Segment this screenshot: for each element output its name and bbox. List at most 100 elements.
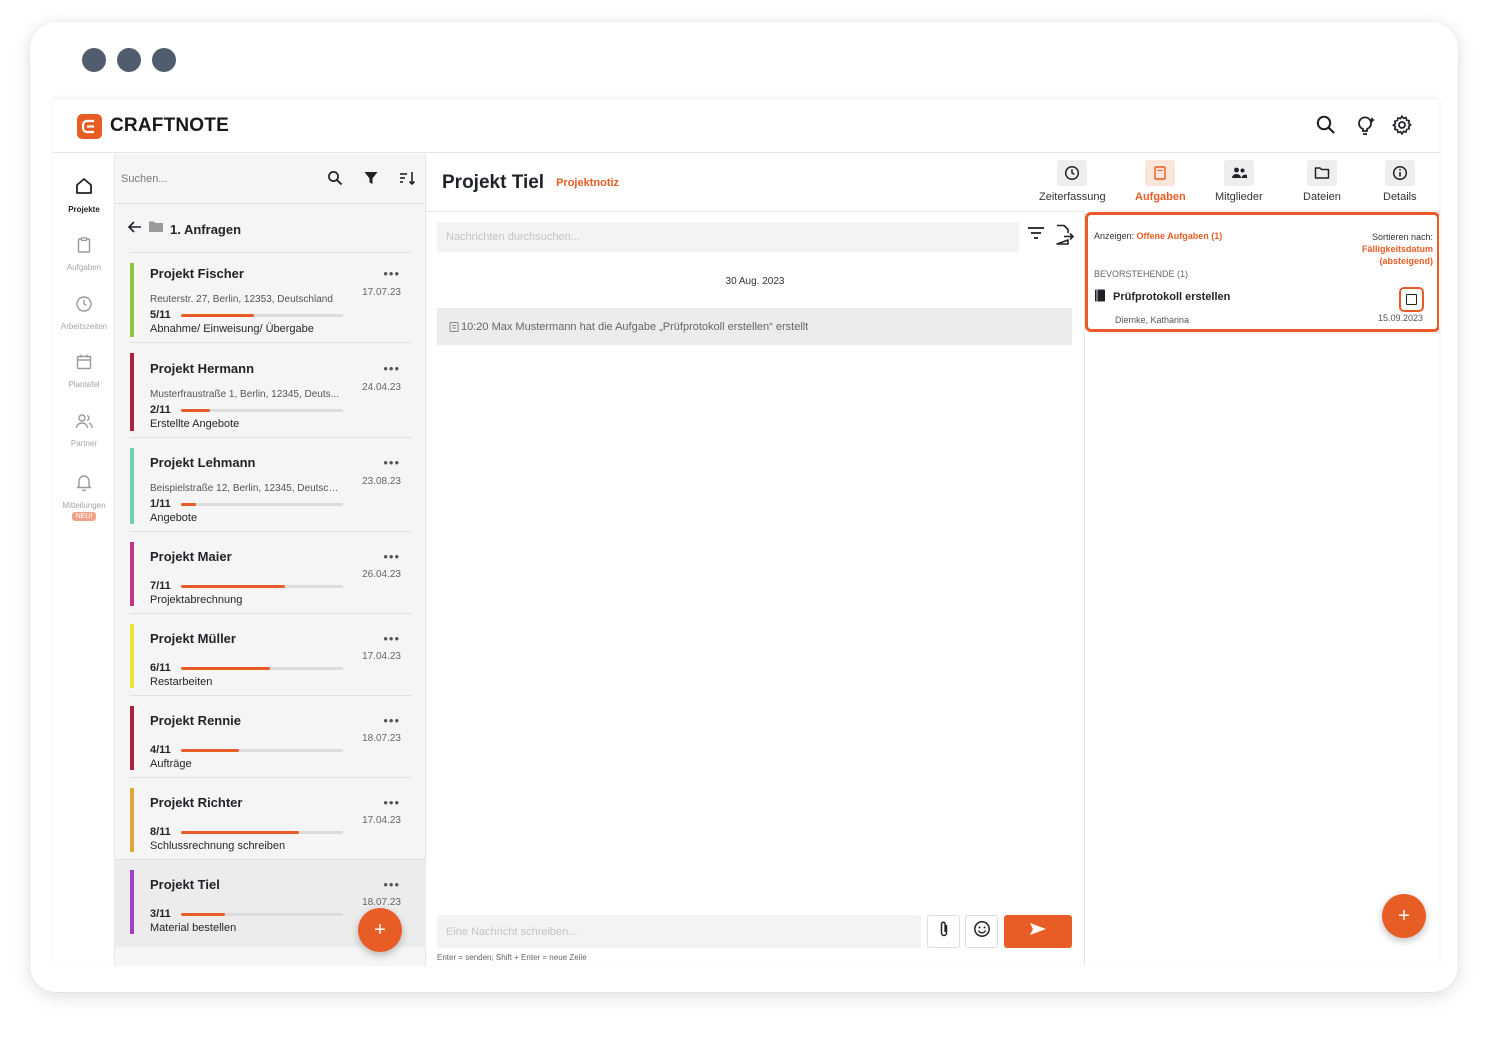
task-due-date: 15.09.2023 (1377, 313, 1423, 323)
info-icon (1384, 160, 1415, 186)
more-icon[interactable]: ••• (383, 361, 400, 376)
nav-label: Mitteilungen (62, 501, 106, 510)
nav-label: Arbeitszeiten (60, 322, 108, 331)
progress-bar (181, 831, 343, 834)
project-count: 5/11 (150, 309, 171, 321)
nav-item-mitteilungen[interactable]: Mitteilungen NEU! (53, 472, 115, 521)
smiley-icon (973, 920, 991, 943)
filter-icon[interactable] (363, 170, 381, 188)
project-subtitle[interactable]: Projektnotiz (556, 177, 619, 189)
more-icon[interactable]: ••• (383, 266, 400, 281)
tab-aufgaben[interactable]: Aufgaben (1135, 160, 1186, 203)
project-item[interactable]: Projekt Hermann ••• Musterfraustraße 1, … (130, 342, 412, 437)
send-button[interactable] (1004, 915, 1072, 948)
window-dot[interactable] (117, 48, 141, 72)
window-dot[interactable] (82, 48, 106, 72)
more-icon[interactable]: ••• (383, 877, 400, 892)
top-bar: CRAFTNOTE (53, 100, 1439, 153)
project-item[interactable]: Projekt Müller ••• 17.04.23 6/11 Restarb… (130, 613, 412, 695)
emoji-button[interactable] (965, 915, 998, 948)
project-color-bar (130, 263, 134, 337)
project-item[interactable]: Projekt Richter ••• 17.04.23 8/11 Schlus… (130, 777, 412, 859)
project-item[interactable]: Projekt Lehmann ••• Beispielstraße 12, B… (130, 437, 412, 531)
project-item[interactable]: Projekt Maier ••• 26.04.23 7/11 Projekta… (130, 531, 412, 613)
nav-label: Partner (70, 439, 98, 448)
project-phase: Aufträge (150, 758, 192, 770)
project-color-bar (130, 624, 134, 688)
nav-item-plantafel[interactable]: Plantafel (53, 353, 115, 389)
back-arrow-icon[interactable] (127, 220, 142, 239)
project-phase: Projektabrechnung (150, 594, 243, 606)
progress-bar (181, 667, 343, 670)
project-name: Projekt Müller (150, 631, 236, 646)
project-phase: Erstellte Angebote (150, 418, 240, 430)
more-icon[interactable]: ••• (383, 549, 400, 564)
nav-item-partner[interactable]: Partner (53, 412, 115, 448)
members-icon (1223, 160, 1254, 186)
message-input[interactable]: Eine Nachricht schreiben... (437, 915, 921, 948)
folder-breadcrumb[interactable]: 1. Anfragen (115, 204, 425, 254)
project-color-bar (130, 788, 134, 852)
app-name: CRAFTNOTE (110, 115, 229, 136)
search-icon[interactable] (327, 170, 345, 188)
tasks-filter[interactable]: Anzeigen: Offene Aufgaben (1) (1094, 231, 1222, 241)
filter-value[interactable]: Offene Aufgaben (1) (1137, 231, 1223, 241)
more-icon[interactable]: ••• (383, 795, 400, 810)
progress-bar (181, 503, 343, 506)
tasks-sort[interactable]: Sortieren nach: Fälligkeitsdatum (abstei… (1362, 231, 1433, 267)
tab-label: Zeiterfassung (1039, 191, 1106, 203)
project-search-input[interactable]: Suchen... (121, 173, 309, 185)
send-icon (1029, 922, 1047, 941)
project-address: Musterfraustraße 1, Berlin, 12345, Deuts… (150, 389, 339, 400)
new-badge: NEU! (71, 512, 97, 521)
system-message: 10:20 Max Mustermann hat die Aufgabe „Pr… (437, 308, 1072, 345)
tab-label: Details (1383, 191, 1417, 203)
section-header: BEVORSTEHENDE (1) (1094, 269, 1189, 279)
export-file-icon[interactable] (1054, 224, 1075, 251)
tab-mitglieder[interactable]: Mitglieder (1215, 160, 1263, 203)
tab-dateien[interactable]: Dateien (1303, 160, 1341, 203)
filter-lines-icon[interactable] (1026, 224, 1046, 251)
attach-button[interactable] (927, 915, 960, 948)
nav-item-arbeitszeiten[interactable]: Arbeitszeiten (53, 295, 115, 331)
project-color-bar (130, 870, 134, 934)
tab-details[interactable]: Details (1383, 160, 1417, 203)
add-project-button[interactable]: + (358, 908, 402, 952)
more-icon[interactable]: ••• (383, 455, 400, 470)
more-icon[interactable]: ••• (383, 631, 400, 646)
system-message-text: 10:20 Max Mustermann hat die Aufgabe „Pr… (461, 320, 809, 333)
project-count: 2/11 (150, 404, 171, 416)
add-task-button[interactable]: + (1382, 894, 1426, 938)
users-icon (74, 412, 94, 435)
project-item[interactable]: Projekt Fischer ••• Reuterstr. 27, Berli… (130, 252, 412, 342)
logo[interactable]: CRAFTNOTE (77, 113, 229, 139)
folder-icon (148, 220, 164, 238)
project-name: Projekt Tiel (150, 877, 220, 892)
message-search-input[interactable]: Nachrichten durchsuchen... (437, 222, 1019, 252)
nav-item-projekte[interactable]: Projekte (53, 176, 115, 214)
more-icon[interactable]: ••• (383, 713, 400, 728)
task-checkbox[interactable] (1399, 287, 1424, 312)
progress-bar (181, 749, 343, 752)
compose-hint: Enter = senden; Shift + Enter = neue Zei… (437, 953, 587, 962)
sort-value[interactable]: Fälligkeitsdatum (1362, 243, 1433, 255)
lightbulb-icon[interactable] (1353, 114, 1377, 138)
progress-bar (181, 585, 343, 588)
project-color-bar (130, 706, 134, 770)
project-count: 3/11 (150, 908, 171, 920)
sort-direction[interactable]: (absteigend) (1362, 255, 1433, 267)
project-phase: Restarbeiten (150, 676, 213, 688)
clock-icon (1057, 160, 1088, 186)
tab-label: Aufgaben (1135, 191, 1186, 203)
task-item[interactable]: Prüfprotokoll erstellen (1094, 289, 1230, 305)
window-dot[interactable] (152, 48, 176, 72)
nav-item-aufgaben[interactable]: Aufgaben (53, 236, 115, 272)
search-icon[interactable] (1315, 114, 1339, 138)
gear-icon[interactable] (1391, 114, 1415, 138)
project-count: 6/11 (150, 662, 171, 674)
sort-label: Sortieren nach: (1371, 232, 1433, 242)
project-phase: Abnahme/ Einweisung/ Übergabe (150, 323, 314, 335)
tab-zeiterfassung[interactable]: Zeiterfassung (1039, 160, 1106, 203)
sort-icon[interactable] (399, 170, 417, 188)
project-item[interactable]: Projekt Rennie ••• 18.07.23 4/11 Aufträg… (130, 695, 412, 777)
